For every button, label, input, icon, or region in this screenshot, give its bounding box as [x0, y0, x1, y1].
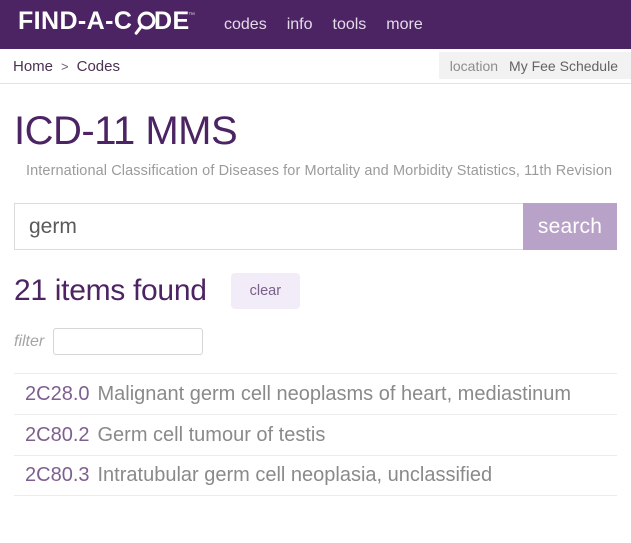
result-description: Germ cell tumour of testis: [97, 423, 326, 446]
results-list: 2C28.0 Malignant germ cell neoplasms of …: [14, 373, 617, 496]
results-summary: 21 items found clear: [14, 273, 617, 309]
search-input[interactable]: [14, 203, 523, 250]
location-value[interactable]: My Fee Schedule: [509, 58, 618, 74]
table-row[interactable]: 2C80.2 Germ cell tumour of testis: [14, 414, 617, 455]
svg-text:™: ™: [188, 12, 195, 19]
filter-input[interactable]: [53, 328, 204, 355]
svg-text:DE: DE: [154, 7, 190, 35]
result-description: Intratubular germ cell neoplasia, unclas…: [97, 464, 493, 486]
site-logo[interactable]: FIND-A-C DE ™: [18, 7, 198, 42]
table-row[interactable]: 2C28.0 Malignant germ cell neoplasms of …: [14, 373, 617, 414]
filter-row: filter: [14, 328, 617, 355]
logo-wordmark: FIND-A-C DE ™: [18, 7, 198, 42]
location-label: location: [449, 57, 499, 74]
main-nav: codes info tools more: [224, 16, 423, 33]
results-count-text: 21 items found: [14, 274, 207, 307]
clear-button[interactable]: clear: [230, 273, 301, 309]
result-code: 2C28.0: [25, 382, 90, 405]
breadcrumb-item-codes[interactable]: Codes: [77, 58, 120, 75]
magnifier-icon: [134, 11, 156, 35]
page-title: ICD-11 MMS: [14, 109, 238, 153]
breadcrumb-bar: Home > Codes location My Fee Schedule: [0, 49, 631, 84]
search-bar: search: [14, 203, 617, 250]
breadcrumb-separator: >: [61, 58, 69, 74]
nav-item-more[interactable]: more: [386, 16, 422, 33]
location-bar: location My Fee Schedule: [438, 52, 631, 79]
result-code: 2C80.2: [25, 423, 90, 446]
nav-item-info[interactable]: info: [287, 16, 313, 33]
filter-label: filter: [14, 332, 45, 350]
site-header: FIND-A-C DE ™ codes info tools more: [0, 0, 631, 49]
breadcrumb-item-home[interactable]: Home: [13, 58, 53, 75]
result-code: 2C80.3: [25, 464, 90, 486]
main-content: ICD-11 MMS International Classification …: [0, 110, 631, 496]
svg-text:FIND-A-C: FIND-A-C: [18, 7, 132, 35]
table-row[interactable]: 2C80.3 Intratubular germ cell neoplasia,…: [14, 455, 617, 496]
search-button[interactable]: search: [523, 203, 617, 250]
result-description: Malignant germ cell neoplasms of heart, …: [97, 382, 572, 405]
nav-item-tools[interactable]: tools: [333, 16, 367, 33]
page-subtitle: International Classification of Diseases…: [26, 163, 613, 179]
nav-item-codes[interactable]: codes: [224, 16, 267, 33]
